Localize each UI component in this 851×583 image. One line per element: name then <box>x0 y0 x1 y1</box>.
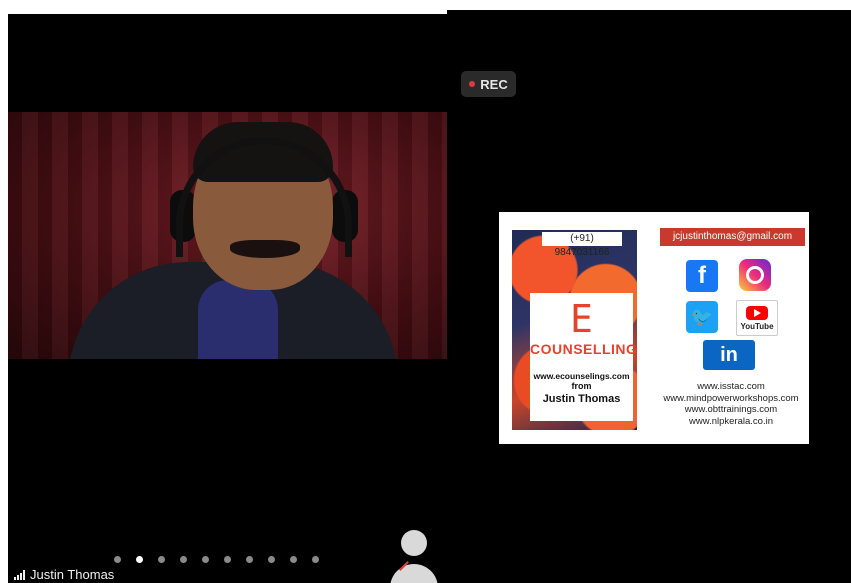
person-shirt <box>198 280 278 359</box>
person-mustache <box>230 240 300 258</box>
facebook-icon: f <box>686 260 718 292</box>
twitter-icon: 🐦 <box>686 301 718 333</box>
avatar-icon[interactable] <box>388 530 440 583</box>
website-item: www.mindpowerworkshops.com <box>663 392 799 404</box>
page-dot[interactable] <box>246 556 253 563</box>
avatar-body <box>390 564 438 583</box>
youtube-icon: YouTube <box>736 300 778 336</box>
website-item: www.obttrainings.com <box>684 404 778 415</box>
page-dot[interactable] <box>224 556 231 563</box>
brand-box: E COUNSELLING www.ecounselings.com from … <box>530 293 638 421</box>
page-dot[interactable] <box>312 556 319 563</box>
slide-phone: (+91) 9847031166 <box>542 232 622 258</box>
website-item: www.isstac.com <box>697 381 765 392</box>
youtube-label: YouTube <box>740 321 774 331</box>
instagram-lens <box>746 266 764 284</box>
page-dot[interactable] <box>180 556 187 563</box>
brand-from: from <box>571 381 592 391</box>
page-dot[interactable] <box>158 556 165 563</box>
gallery-pagination <box>114 556 319 563</box>
instagram-icon <box>739 259 771 291</box>
participant-video <box>8 112 447 359</box>
signal-strength-icon <box>14 569 25 580</box>
brand-word: COUNSELLING <box>530 341 638 357</box>
page-dot[interactable] <box>114 556 121 563</box>
website-item: www.nlpkerala.co.in <box>689 415 773 427</box>
linkedin-icon: in <box>703 340 755 370</box>
website-list: www.isstac.com www.mindpowerworkshops.co… <box>656 381 806 427</box>
youtube-triangle <box>753 308 761 317</box>
twitter-glyph: 🐦 <box>690 306 714 327</box>
page-dot[interactable] <box>290 556 297 563</box>
youtube-play-icon <box>746 305 768 320</box>
slide-email: jcjustinthomas@gmail.com <box>660 228 805 246</box>
recording-label: REC <box>480 76 508 92</box>
recording-indicator[interactable]: REC <box>461 71 516 97</box>
brand-letter: E <box>570 297 593 341</box>
participant-name: Justin Thomas <box>30 567 115 582</box>
brand-url: www.ecounselings.com <box>533 371 630 381</box>
brand-author: Justin Thomas <box>542 393 621 405</box>
linkedin-glyph: in <box>720 343 738 366</box>
recording-dot-icon <box>469 81 476 87</box>
page-dot-active[interactable] <box>136 556 143 563</box>
avatar-head <box>401 530 427 556</box>
participant-name-tag: Justin Thomas <box>14 567 114 582</box>
page-dot[interactable] <box>268 556 275 563</box>
facebook-glyph: f <box>698 262 706 289</box>
page-dot[interactable] <box>202 556 209 563</box>
